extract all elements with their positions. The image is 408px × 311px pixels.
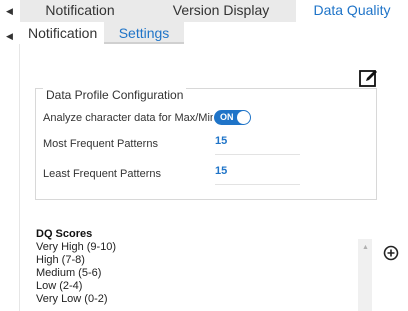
most-frequent-underline [215,154,300,155]
tab-data-quality[interactable]: Data Quality [296,0,408,22]
scroll-up-icon[interactable]: ▲ [362,244,369,251]
list-item[interactable]: Very High (9-10) [36,241,326,254]
outer-tab-bar: Notification Version Display Data Qualit… [20,0,408,22]
add-circle-icon[interactable] [383,245,399,261]
tab-version-display[interactable]: Version Display [146,0,296,22]
least-frequent-patterns-label: Least Frequent Patterns [43,168,162,180]
collapse-arrow-icon[interactable]: ◀ [6,6,13,16]
tab-notification[interactable]: Notification [20,0,140,22]
list-item[interactable]: Low (2-4) [36,280,326,293]
dq-scores-list: Very High (9-10) High (7-8) Medium (5-6)… [36,241,326,306]
inner-tab-bar: Notification Settings [20,22,408,44]
analyze-character-label: Analyze character data for Max/Min value… [43,112,213,124]
analyze-character-toggle[interactable]: ON [214,110,251,125]
list-item[interactable]: Very Low (0-2) [36,293,326,306]
left-gutter [0,0,19,311]
least-frequent-patterns-value[interactable]: 15 [215,165,227,177]
subtab-notification[interactable]: Notification [28,22,110,44]
list-item[interactable]: High (7-8) [36,254,326,267]
collapse-arrow-icon[interactable]: ◀ [6,31,13,41]
most-frequent-patterns-value[interactable]: 15 [215,135,227,147]
most-frequent-patterns-label: Most Frequent Patterns [43,138,158,150]
toggle-knob [237,111,250,124]
list-item[interactable]: Medium (5-6) [36,267,326,280]
dq-scores-title: DQ Scores [36,228,93,240]
subtab-underline [104,42,184,44]
data-profile-legend: Data Profile Configuration [43,88,187,102]
toggle-on-text: ON [220,112,234,122]
least-frequent-underline [215,184,300,185]
subtab-settings[interactable]: Settings [104,22,184,44]
edit-pencil-icon[interactable] [359,68,379,88]
left-divider [19,44,20,311]
